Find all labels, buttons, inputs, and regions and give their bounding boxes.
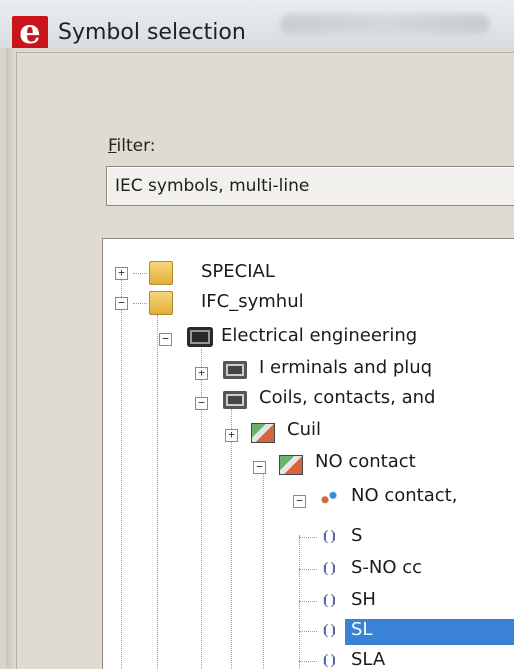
collapse-toggle[interactable]: − xyxy=(195,397,208,410)
tree-node-label: SH xyxy=(351,589,376,610)
tree-node-label: I erminals and pluq xyxy=(259,357,433,378)
tree-line xyxy=(133,303,147,304)
tree-line xyxy=(121,273,122,669)
tree-node-label: S-NO cc xyxy=(351,557,423,578)
tree-line xyxy=(133,273,147,274)
symbol-group-icon xyxy=(223,391,247,409)
symbol-leaf-icon: ⦗⦘ xyxy=(321,623,338,639)
symbol-leaf-icon: ⦗⦘ xyxy=(321,529,338,545)
tree-node-label: Coils, contacts, and xyxy=(259,387,436,408)
symbol-category-icon xyxy=(251,423,275,443)
tree-node-label: SLA xyxy=(351,649,386,669)
symbol-leaf-icon: ⦗⦘ xyxy=(321,653,338,669)
collapse-toggle[interactable]: − xyxy=(115,297,128,310)
expand-toggle[interactable]: + xyxy=(195,367,208,380)
tree-line xyxy=(299,537,317,538)
collapse-toggle[interactable]: − xyxy=(293,495,306,508)
tree-line xyxy=(299,569,317,570)
title-bar-blurred-area xyxy=(280,14,490,34)
folder-icon xyxy=(149,261,173,285)
electrical-engineering-icon xyxy=(187,327,213,347)
expand-toggle[interactable]: + xyxy=(115,267,128,280)
tree-line xyxy=(299,661,317,662)
tree-line xyxy=(299,631,317,632)
tree-line xyxy=(299,601,317,602)
tree-node-label: Electrical engineering xyxy=(221,325,418,346)
filter-label: Filter: xyxy=(108,136,156,156)
tree-line xyxy=(299,535,300,669)
tree-node-label: Cuil xyxy=(287,419,321,440)
expand-toggle[interactable]: + xyxy=(225,429,238,442)
eplan-e-icon: e xyxy=(12,12,48,52)
left-rail xyxy=(6,48,14,668)
tree-node-label: S xyxy=(351,525,363,546)
tree-node-label: NO contact xyxy=(315,451,416,472)
collapse-toggle[interactable]: − xyxy=(253,461,266,474)
symbol-category-icon xyxy=(279,455,303,475)
symbol-subcategory-icon xyxy=(319,489,339,507)
tree-node-label: IFC_symhul xyxy=(201,291,304,312)
tree-node-label: SL xyxy=(351,619,373,640)
tree-line xyxy=(263,471,264,669)
symbol-group-icon xyxy=(223,361,247,379)
tree-line xyxy=(157,315,158,669)
tree-node-label: SPECIAL xyxy=(201,261,275,282)
title-bar: e Symbol selection xyxy=(0,0,514,52)
filter-select-value: IEC symbols, multi-line xyxy=(115,176,310,196)
filter-select[interactable]: IEC symbols, multi-line xyxy=(106,166,514,206)
window-title: Symbol selection xyxy=(58,20,246,45)
tree-node-label: NO contact, xyxy=(351,485,458,506)
tree-line xyxy=(231,409,232,669)
collapse-toggle[interactable]: − xyxy=(159,333,172,346)
symbol-leaf-icon: ⦗⦘ xyxy=(321,593,338,609)
folder-icon xyxy=(149,291,173,315)
symbol-leaf-icon: ⦗⦘ xyxy=(321,561,338,577)
symbol-tree[interactable]: + SPECIAL − IFC_symhul − Electrical engi… xyxy=(102,238,514,669)
